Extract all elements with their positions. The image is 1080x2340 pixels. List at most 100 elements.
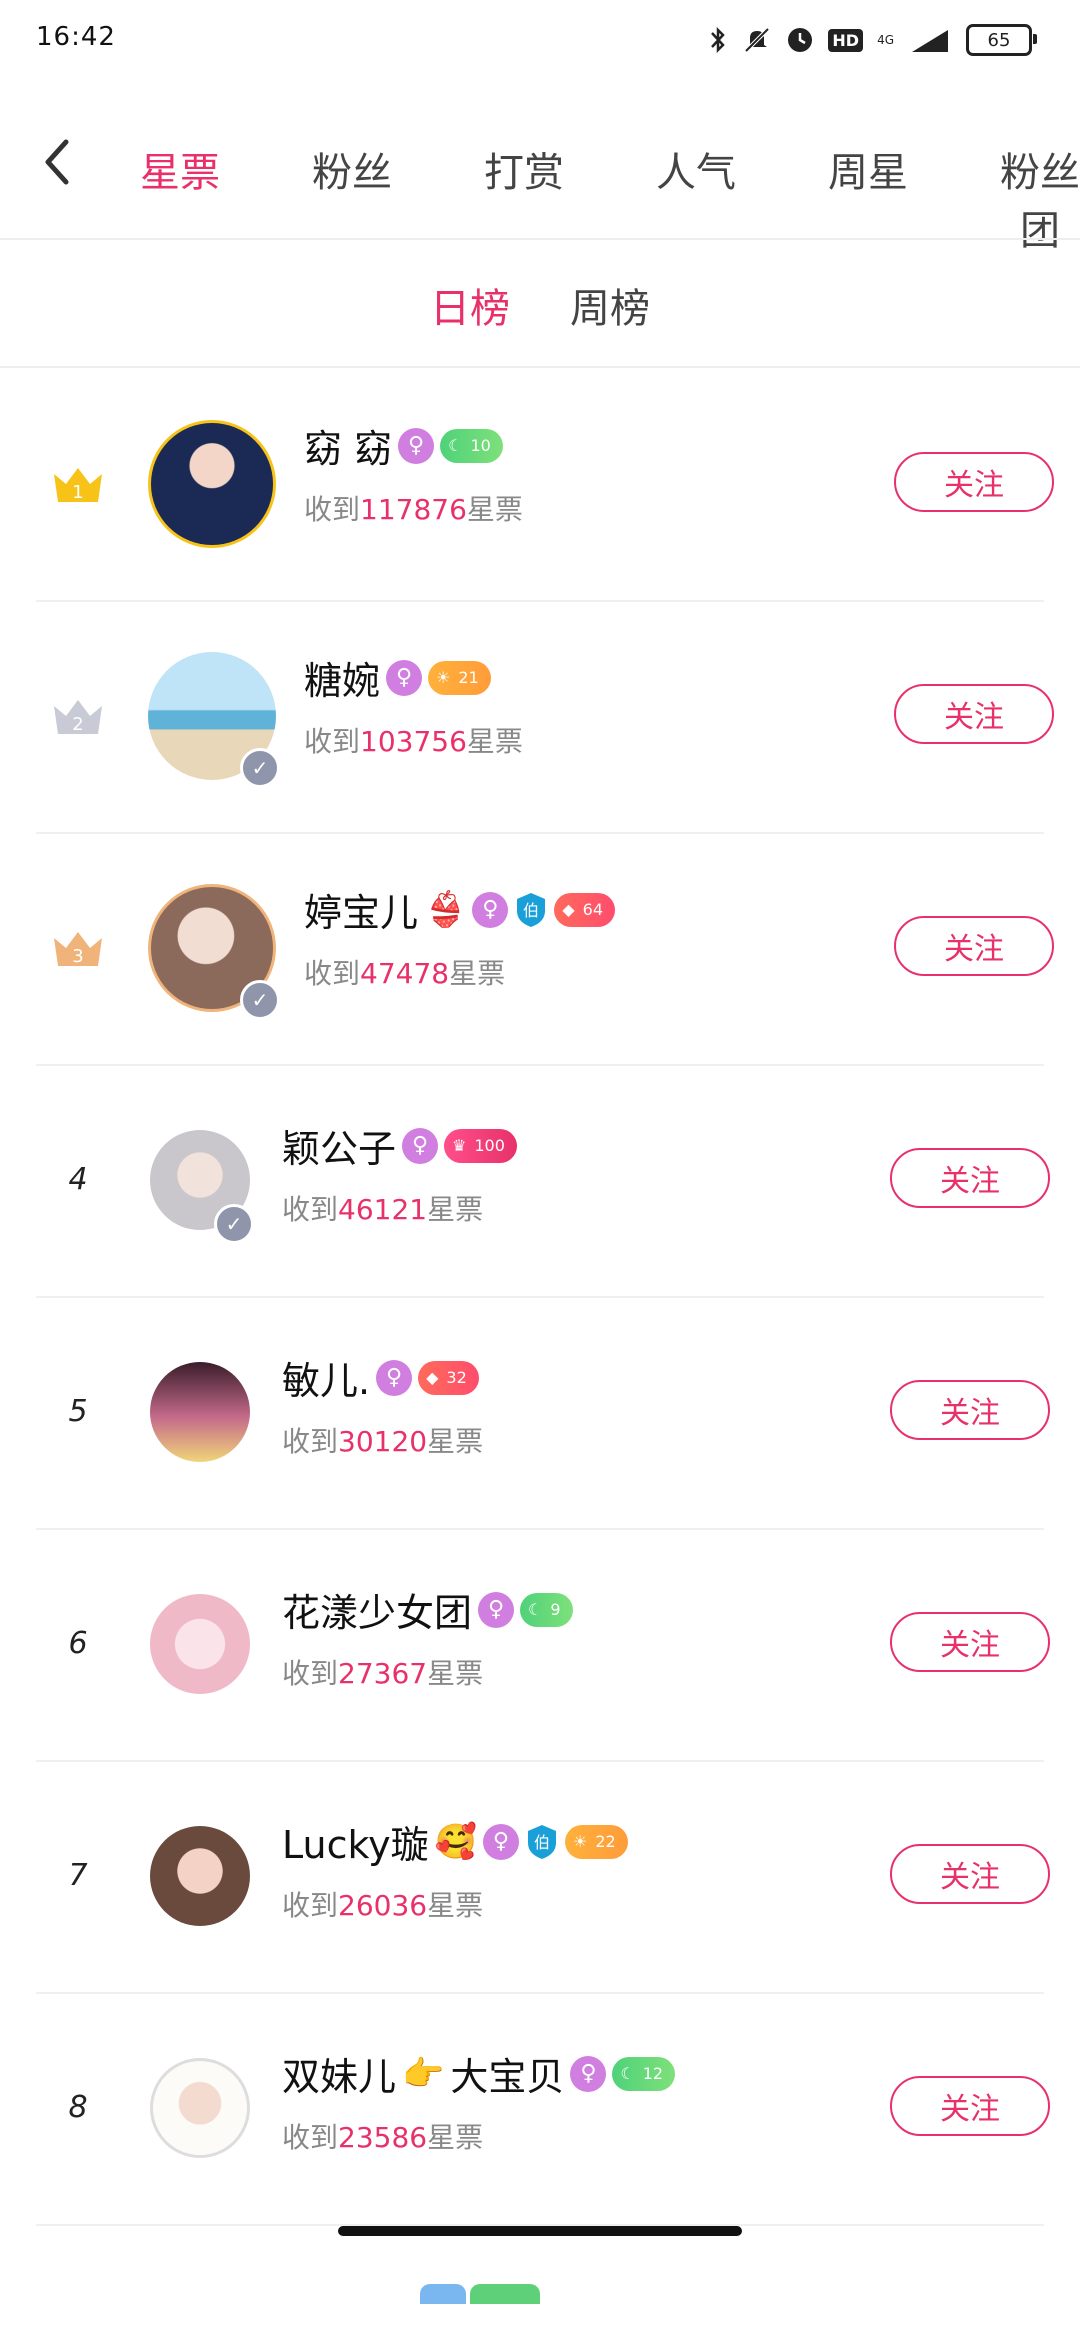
divider bbox=[0, 366, 1080, 368]
silver-crown-icon: 2 bbox=[54, 700, 102, 735]
female-badge-icon: ♀ bbox=[376, 1359, 413, 1396]
verified-icon: ✓ bbox=[240, 980, 280, 1020]
nickname: 颖公子 bbox=[282, 1127, 397, 1171]
bluetooth-icon bbox=[708, 25, 728, 55]
level-badge: ◆ 32 bbox=[418, 1360, 479, 1395]
nickname: 花漾少女团 bbox=[282, 1591, 473, 1635]
battery-indicator: 65 bbox=[966, 24, 1037, 56]
level-badge: ☾ 12 bbox=[612, 2056, 676, 2091]
hd-badge: HD bbox=[828, 28, 864, 52]
bikini-emoji: 👙 bbox=[424, 889, 467, 930]
received-count: 收到46121星票 bbox=[282, 1193, 484, 1226]
partial-badge bbox=[470, 2284, 540, 2304]
back-button[interactable] bbox=[36, 132, 80, 192]
svg-text:伯: 伯 bbox=[534, 1833, 550, 1852]
nickname-line: 窈 窈 ♀ ☾ 10 bbox=[304, 418, 503, 473]
leaderboard-screen: 16:42 HD 4G 65 星票 粉丝 打赏 人气 周星 粉丝团 日榜 周榜 … bbox=[0, 0, 1080, 2340]
partial-badge bbox=[420, 2284, 466, 2304]
level-badge: ☾ 10 bbox=[440, 428, 503, 463]
back-arrow-icon bbox=[45, 139, 69, 185]
list-item[interactable]: 1 窈 窈 ♀ ☾ 10 收到117876星票 关注 bbox=[0, 370, 1080, 602]
sun-icon: ☀ bbox=[436, 668, 451, 687]
nickname-line: 婷宝儿 👙 ♀ 伯 ◆ 64 bbox=[304, 882, 616, 937]
female-badge-icon: ♀ bbox=[386, 659, 423, 696]
avatar[interactable] bbox=[150, 2058, 250, 2158]
list-item[interactable]: 4 ✓ 颖公子 ♀ ♛ 100 收到46121星票 关注 bbox=[0, 1066, 1080, 1298]
rank-number: 6 bbox=[68, 1626, 88, 1661]
rank-number: 5 bbox=[68, 1394, 88, 1429]
tab-daily[interactable]: 日榜 bbox=[430, 276, 510, 334]
received-count: 收到30120星票 bbox=[282, 1425, 484, 1458]
nickname: 糖婉 bbox=[304, 659, 381, 703]
avatar[interactable] bbox=[150, 1826, 250, 1926]
follow-button[interactable]: 关注 bbox=[890, 1844, 1050, 1904]
nickname: 双妹儿 bbox=[282, 2055, 397, 2099]
female-badge-icon: ♀ bbox=[482, 1823, 519, 1860]
nickname-line: 糖婉 ♀ ☀ 21 bbox=[304, 650, 491, 705]
avatar[interactable] bbox=[150, 1594, 250, 1694]
female-badge-icon: ♀ bbox=[570, 2055, 607, 2092]
status-time: 16:42 bbox=[36, 22, 116, 52]
female-badge-icon: ♀ bbox=[472, 891, 509, 928]
shield-badge-icon: 伯 bbox=[525, 1823, 559, 1861]
top-tab-bar: 星票 粉丝 打赏 人气 周星 粉丝团 bbox=[0, 110, 1080, 254]
tab-weekly[interactable]: 周榜 bbox=[570, 276, 650, 334]
verified-icon: ✓ bbox=[214, 1204, 254, 1244]
avatar[interactable] bbox=[148, 420, 276, 548]
avatar[interactable] bbox=[150, 1362, 250, 1462]
female-badge-icon: ♀ bbox=[398, 427, 435, 464]
female-badge-icon: ♀ bbox=[478, 1591, 515, 1628]
list-item[interactable]: 7 Lucky璇 🥰 ♀ 伯 ☀ 22 收到26036星票 关注 bbox=[0, 1762, 1080, 1994]
nickname: 敏儿. bbox=[282, 1359, 371, 1403]
level-badge: ☀ 21 bbox=[428, 660, 491, 695]
level-badge: ♛ 100 bbox=[444, 1128, 517, 1163]
follow-button[interactable]: 关注 bbox=[890, 1612, 1050, 1672]
mute-bell-icon bbox=[742, 25, 772, 55]
nickname: 婷宝儿 bbox=[304, 891, 419, 935]
level-badge: ◆ 64 bbox=[554, 892, 616, 927]
verified-icon: ✓ bbox=[240, 748, 280, 788]
received-count: 收到103756星票 bbox=[304, 725, 523, 758]
nickname: Lucky璇 bbox=[282, 1823, 429, 1867]
received-count: 收到117876星票 bbox=[304, 493, 523, 526]
diamond-icon: ◆ bbox=[426, 1368, 439, 1387]
divider bbox=[0, 238, 1080, 240]
home-indicator[interactable] bbox=[338, 2226, 742, 2236]
list-item[interactable]: 6 花漾少女团 ♀ ☾ 9 收到27367星票 关注 bbox=[0, 1530, 1080, 1762]
follow-button[interactable]: 关注 bbox=[894, 684, 1054, 744]
moon-icon: ☾ bbox=[620, 2064, 635, 2083]
nickname: 窈 窈 bbox=[304, 427, 393, 471]
sub-tab-bar: 日榜 周榜 bbox=[0, 245, 1080, 365]
svg-text:3: 3 bbox=[72, 946, 83, 967]
list-item[interactable]: 5 敏儿. ♀ ◆ 32 收到30120星票 关注 bbox=[0, 1298, 1080, 1530]
svg-text:2: 2 bbox=[72, 714, 83, 735]
crown-icon: ♛ bbox=[452, 1136, 467, 1155]
received-count: 收到23586星票 bbox=[282, 2121, 484, 2154]
follow-button[interactable]: 关注 bbox=[894, 916, 1054, 976]
list-item[interactable]: 2 ✓ 糖婉 ♀ ☀ 21 收到103756星票 关注 bbox=[0, 602, 1080, 834]
moon-icon: ☾ bbox=[448, 436, 463, 455]
status-bar: 16:42 HD 4G 65 bbox=[0, 0, 1080, 90]
nickname-line: 颖公子 ♀ ♛ 100 bbox=[282, 1118, 517, 1173]
list-item[interactable]: 8 双妹儿 👉 大宝贝 ♀ ☾ 12 收到23586星票 关注 bbox=[0, 1994, 1080, 2226]
follow-button[interactable]: 关注 bbox=[890, 2076, 1050, 2136]
female-badge-icon: ♀ bbox=[402, 1127, 439, 1164]
diamond-icon: ◆ bbox=[562, 900, 575, 919]
svg-text:伯: 伯 bbox=[523, 901, 539, 920]
shield-badge-icon: 伯 bbox=[514, 891, 548, 929]
gold-crown-icon: 1 bbox=[54, 468, 102, 503]
signal-icon bbox=[908, 26, 952, 54]
nickname-line: 敏儿. ♀ ◆ 32 bbox=[282, 1350, 479, 1405]
follow-button[interactable]: 关注 bbox=[890, 1380, 1050, 1440]
received-count: 收到27367星票 bbox=[282, 1657, 484, 1690]
follow-button[interactable]: 关注 bbox=[890, 1148, 1050, 1208]
nickname-line: Lucky璇 🥰 ♀ 伯 ☀ 22 bbox=[282, 1814, 628, 1869]
sun-icon: ☀ bbox=[572, 1832, 588, 1851]
level-badge: ☾ 9 bbox=[520, 1592, 573, 1627]
smiling-face-emoji: 🥰 bbox=[434, 1821, 477, 1862]
svg-text:1: 1 bbox=[72, 482, 83, 503]
level-badge: ☀ 22 bbox=[564, 1824, 628, 1859]
follow-button[interactable]: 关注 bbox=[894, 452, 1054, 512]
list-item[interactable]: 3 ✓ 婷宝儿 👙 ♀ 伯 ◆ 64 收到47478星票 关注 bbox=[0, 834, 1080, 1066]
network-type: 4G bbox=[877, 33, 894, 47]
